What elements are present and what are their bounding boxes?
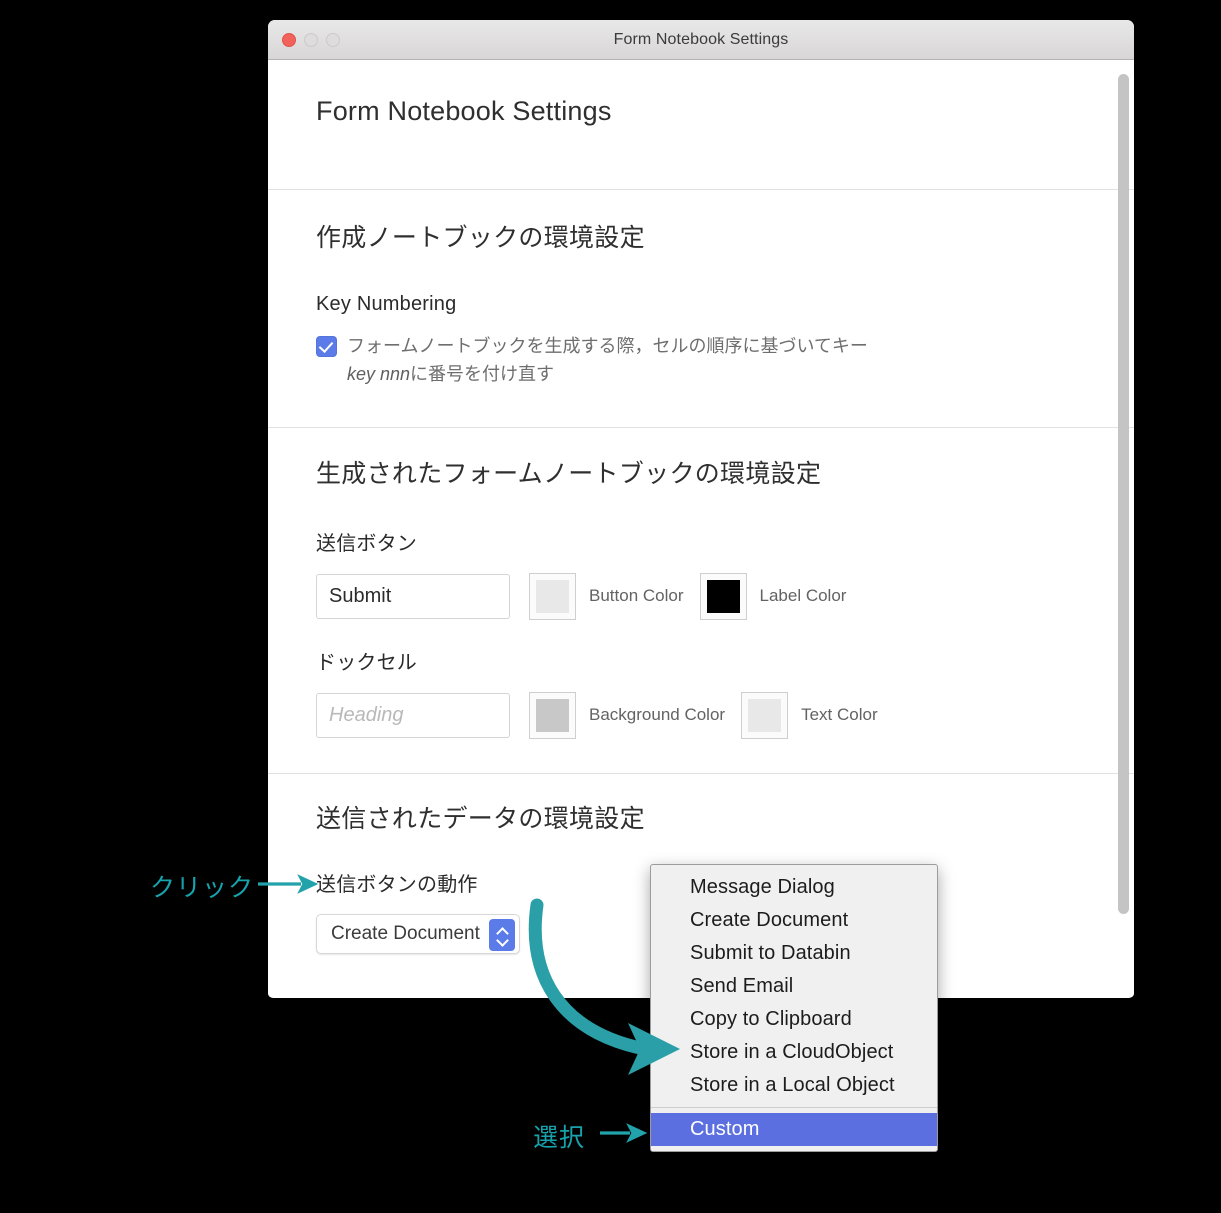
label-color-fill bbox=[706, 579, 740, 613]
scrollbar-thumb[interactable] bbox=[1118, 74, 1129, 914]
section-created-notebook: 作成ノートブックの環境設定 Key Numbering フォームノートブックを生… bbox=[268, 190, 1134, 427]
background-color-swatch[interactable] bbox=[529, 691, 576, 739]
menu-item-submit-to-databin[interactable]: Submit to Databin bbox=[651, 937, 937, 970]
checkbox-line-1: フォームノートブックを生成する際，セルの順序に基づいてキー bbox=[347, 336, 868, 356]
submit-label-input[interactable]: Submit bbox=[316, 573, 510, 619]
checkbox-line-2-italic: key nnn bbox=[347, 363, 411, 384]
background-color-fill bbox=[536, 698, 569, 732]
section-generated-notebook: 生成されたフォームノートブックの環境設定 送信ボタン Submit Button… bbox=[268, 428, 1134, 773]
dock-cell-row: Heading Background Color Text Color bbox=[316, 691, 1086, 739]
menu-item-create-document[interactable]: Create Document bbox=[651, 904, 937, 937]
section-heading-3: 送信されたデータの環境設定 bbox=[316, 804, 645, 833]
zoom-window-button[interactable] bbox=[326, 33, 340, 47]
submit-action-value: Create Document bbox=[331, 922, 480, 944]
screen: Form Notebook Settings Form Notebook Set… bbox=[0, 0, 1221, 1213]
traffic-light-group bbox=[282, 20, 340, 60]
dock-cell-group-label: ドックセル bbox=[316, 651, 417, 674]
settings-window: Form Notebook Settings Form Notebook Set… bbox=[268, 20, 1134, 998]
submit-button-group-label: 送信ボタン bbox=[316, 532, 417, 555]
key-numbering-description: フォームノートブックを生成する際，セルの順序に基づいてキー key nnnに番号を… bbox=[347, 333, 868, 389]
close-window-button[interactable] bbox=[282, 33, 296, 47]
key-numbering-checkbox-row[interactable]: フォームノートブックを生成する際，セルの順序に基づいてキー key nnnに番号を… bbox=[316, 333, 1086, 389]
label-color-label: Label Color bbox=[759, 586, 847, 606]
annotation-select-label: 選択 bbox=[533, 1124, 586, 1152]
page-title-section: Form Notebook Settings bbox=[268, 60, 1134, 189]
label-color-swatch[interactable] bbox=[699, 572, 747, 620]
menu-item-custom[interactable]: Custom bbox=[651, 1113, 937, 1146]
checkbox-line-2-rest: に番号を付け直す bbox=[410, 363, 555, 384]
menu-bottom-padding bbox=[651, 1146, 937, 1151]
submit-action-dropdown-menu[interactable]: Message Dialog Create Document Submit to… bbox=[650, 864, 938, 1152]
text-color-fill bbox=[748, 698, 782, 732]
settings-content: Form Notebook Settings 作成ノートブックの環境設定 Key… bbox=[268, 60, 1134, 997]
vertical-scrollbar[interactable] bbox=[1118, 66, 1129, 950]
button-color-label: Button Color bbox=[589, 586, 684, 606]
key-numbering-label: Key Numbering bbox=[316, 293, 457, 315]
annotation-click-label: クリック bbox=[150, 874, 255, 902]
menu-item-send-email[interactable]: Send Email bbox=[651, 970, 937, 1003]
menu-item-copy-to-clipboard[interactable]: Copy to Clipboard bbox=[651, 1003, 937, 1036]
menu-item-store-in-a-local-object[interactable]: Store in a Local Object bbox=[651, 1069, 937, 1102]
menu-item-store-in-a-cloudobject[interactable]: Store in a CloudObject bbox=[651, 1036, 937, 1069]
text-color-label: Text Color bbox=[801, 705, 878, 725]
menu-item-message-dialog[interactable]: Message Dialog bbox=[651, 871, 937, 904]
page-title: Form Notebook Settings bbox=[316, 96, 612, 126]
chevron-down-icon bbox=[497, 936, 508, 943]
key-numbering-checkbox[interactable] bbox=[316, 336, 337, 357]
section-heading-1: 作成ノートブックの環境設定 bbox=[316, 224, 645, 252]
text-color-swatch[interactable] bbox=[741, 691, 789, 739]
button-color-swatch[interactable] bbox=[529, 572, 576, 620]
dock-cell-heading-input[interactable]: Heading bbox=[316, 692, 510, 738]
minimize-window-button[interactable] bbox=[304, 33, 318, 47]
submit-action-popup-button[interactable]: Create Document bbox=[316, 913, 520, 954]
window-titlebar: Form Notebook Settings bbox=[268, 20, 1134, 60]
submit-button-row: Submit Button Color Label Color bbox=[316, 572, 1086, 620]
window-title: Form Notebook Settings bbox=[613, 30, 789, 48]
chevron-up-icon bbox=[497, 926, 508, 933]
menu-separator bbox=[651, 1107, 937, 1108]
background-color-label: Background Color bbox=[589, 705, 726, 725]
section-heading-2: 生成されたフォームノートブックの環境設定 bbox=[316, 459, 822, 488]
button-color-fill bbox=[536, 579, 569, 613]
popup-stepper[interactable] bbox=[489, 918, 515, 951]
